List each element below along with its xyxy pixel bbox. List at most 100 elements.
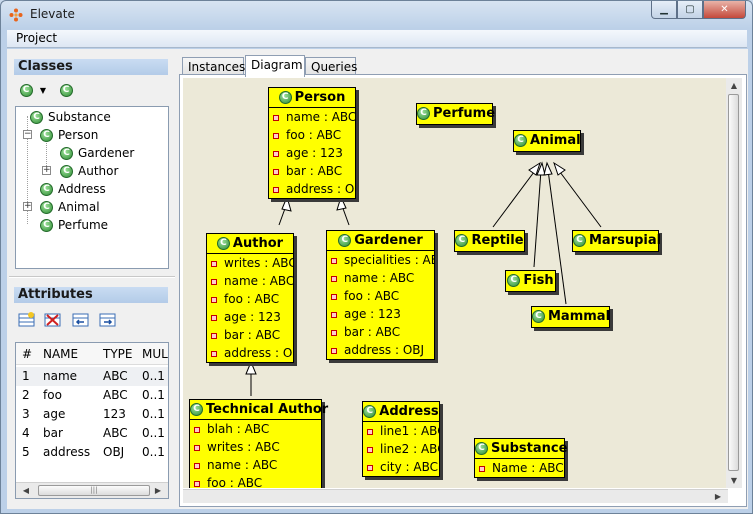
tab-diagram[interactable]: Diagram <box>245 55 305 77</box>
attribute-row[interactable]: age : 123 <box>327 305 434 323</box>
delete-attribute-button[interactable] <box>44 311 62 329</box>
horizontal-scrollbar[interactable]: ◀ ||| ▶ <box>16 482 168 498</box>
attribute-row[interactable]: age : 123 <box>269 144 355 162</box>
class-box-animal[interactable]: C Animal <box>513 130 581 152</box>
attribute-row[interactable]: foo : ABC <box>190 474 321 488</box>
attribute-row[interactable]: age : 123 <box>207 308 293 326</box>
scrollbar-thumb[interactable] <box>728 94 739 471</box>
scroll-right-icon[interactable]: ▶ <box>150 483 166 498</box>
tree-item-animal[interactable]: C Animal <box>40 198 100 216</box>
class-name: Author <box>232 236 284 251</box>
expand-animal-icon[interactable]: + <box>23 202 32 211</box>
table-row[interactable]: 4 bar ABC 0..1 <box>16 424 168 443</box>
attribute-row[interactable]: address : OBJ <box>269 180 355 198</box>
attributes-table[interactable]: # NAME TYPE MUL 1 name ABC 0..1 2 foo ABC 0..1 3… <box>15 342 169 499</box>
tree-item-gardener[interactable]: C Gardener <box>60 144 134 162</box>
scroll-right-icon[interactable]: ▶ <box>710 489 726 504</box>
attribute-row[interactable]: blah : ABC <box>190 420 321 438</box>
class-box-reptile[interactable]: C Reptile <box>454 230 525 252</box>
class-icon: C <box>40 129 53 142</box>
attribute-row[interactable]: name : ABC <box>207 272 293 290</box>
class-box-person[interactable]: C Person name : ABC foo : ABC age : 123 b… <box>268 87 356 199</box>
menu-project[interactable]: Project <box>16 31 57 45</box>
attribute-row[interactable]: foo : ABC <box>207 290 293 308</box>
class-box-gardener[interactable]: CGardener specialities : ABC name : ABC … <box>326 230 435 360</box>
add-attribute-button[interactable] <box>18 311 36 329</box>
attribute-row[interactable]: name : ABC <box>190 456 321 474</box>
tree-item-substance[interactable]: C Substance <box>30 108 111 126</box>
attribute-row[interactable]: foo : ABC <box>327 287 434 305</box>
tree-item-address[interactable]: C Address <box>40 180 106 198</box>
delete-class-button[interactable]: C <box>57 81 75 99</box>
diagram-horizontal-scrollbar[interactable]: ▶ <box>183 489 728 503</box>
attribute-row[interactable]: bar : ABC <box>269 162 355 180</box>
chevron-down-icon: ▼ <box>39 85 47 95</box>
table-cell-name: foo <box>43 388 62 402</box>
add-class-icon: C <box>19 83 33 97</box>
move-attribute-right-button[interactable] <box>99 311 117 329</box>
scroll-left-icon[interactable]: ◀ <box>18 483 34 498</box>
tree-item-perfume[interactable]: C Perfume <box>40 216 108 234</box>
class-icon: C <box>278 91 292 104</box>
expand-author-icon[interactable]: + <box>42 166 51 175</box>
table-row[interactable]: 5 address OBJ 0..1 <box>16 443 168 462</box>
maximize-button[interactable]: ▢ <box>677 1 703 19</box>
class-icon: C <box>60 147 73 160</box>
attribute-row[interactable]: line1 : ABC <box>363 422 439 440</box>
attribute-row[interactable]: Name : ABC <box>475 459 564 477</box>
table-cell-name: bar <box>43 426 63 440</box>
class-name: Animal <box>530 133 581 148</box>
class-box-technical-author[interactable]: C Technical Author blah : ABC writes : AB… <box>189 399 328 488</box>
delete-attribute-icon <box>44 313 61 327</box>
column-header-name[interactable]: NAME <box>43 347 78 361</box>
column-header-mul[interactable]: MUL <box>142 347 168 361</box>
delete-class-icon: C <box>59 83 73 97</box>
class-icon: C <box>40 219 53 232</box>
attribute-row[interactable]: address : OBJ <box>327 341 434 359</box>
scrollbar-thumb[interactable]: ||| <box>38 485 150 496</box>
column-header-number[interactable]: # <box>22 347 32 361</box>
class-box-mammal[interactable]: C Mammal <box>531 306 610 328</box>
attribute-row[interactable]: specialities : ABC <box>327 251 434 269</box>
class-icon: C <box>514 134 527 147</box>
attribute-row[interactable]: foo : ABC <box>269 126 355 144</box>
diagram-canvas[interactable]: C Person name : ABC foo : ABC age : 123 b… <box>183 78 727 488</box>
class-box-perfume[interactable]: C Perfume <box>416 103 495 125</box>
class-icon: C <box>40 183 53 196</box>
tree-item-author[interactable]: C Author <box>60 162 118 180</box>
attribute-row[interactable]: name : ABC <box>327 269 434 287</box>
vertical-scrollbar[interactable]: ▲ ▼ <box>726 78 742 488</box>
column-header-type[interactable]: TYPE <box>103 347 132 361</box>
class-box-fish[interactable]: C Fish <box>505 270 556 292</box>
class-box-author[interactable]: C Author writes : ABC name : ABC foo : AB… <box>206 233 294 363</box>
table-row[interactable]: 2 foo ABC 0..1 <box>16 386 168 405</box>
attribute-row[interactable]: city : ABC <box>363 458 439 476</box>
scroll-up-icon[interactable]: ▲ <box>726 78 742 93</box>
move-attribute-left-button[interactable] <box>72 311 90 329</box>
class-box-substance[interactable]: C Substance Name : ABC <box>474 438 567 478</box>
attribute-row[interactable]: bar : ABC <box>327 323 434 341</box>
table-header: # NAME TYPE MUL <box>16 343 168 365</box>
attribute-row[interactable]: bar : ABC <box>207 326 293 344</box>
attribute-row[interactable]: name : ABC <box>269 108 355 126</box>
title-bar[interactable]: Elevate ▁ ▢ ✕ <box>1 1 752 29</box>
tree-item-person[interactable]: C Person <box>40 126 98 144</box>
class-tree[interactable]: C Substance − C Person C Gardener + C Author… <box>15 106 169 269</box>
table-row[interactable]: 1 name ABC 0..1 <box>16 367 168 386</box>
attribute-row[interactable]: writes : ABC <box>207 254 293 272</box>
scroll-down-icon[interactable]: ▼ <box>726 473 742 488</box>
attribute-row[interactable]: writes : ABC <box>190 438 321 456</box>
close-icon: ✕ <box>720 4 729 15</box>
class-box-marsupial[interactable]: C Marsupial <box>572 230 661 252</box>
minimize-button[interactable]: ▁ <box>651 1 677 19</box>
class-box-address[interactable]: CAddress line1 : ABC line2 : ABC city : … <box>362 401 440 477</box>
collapse-person-icon[interactable]: − <box>23 130 32 139</box>
attribute-row[interactable]: address : OBJ <box>207 344 293 362</box>
table-row[interactable]: 3 age 123 0..1 <box>16 405 168 424</box>
attribute-row[interactable]: line2 : ABC <box>363 440 439 458</box>
panel-splitter[interactable] <box>9 276 175 278</box>
add-class-button[interactable]: C <box>17 81 35 99</box>
close-button[interactable]: ✕ <box>703 1 746 19</box>
class-icon: C <box>40 201 53 214</box>
add-class-dropdown[interactable]: ▼ <box>37 81 49 99</box>
